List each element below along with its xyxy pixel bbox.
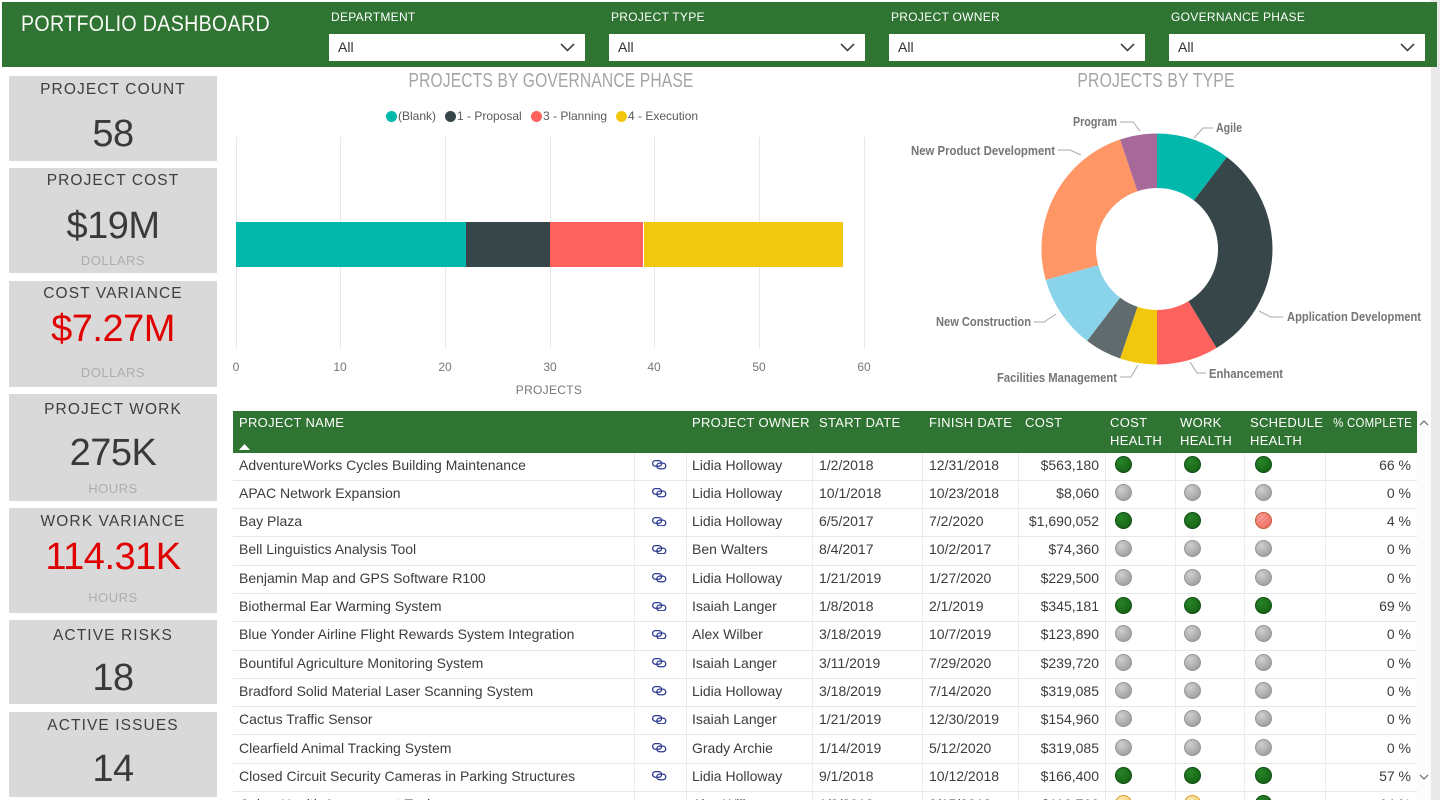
svg-text:New Product Development: New Product Development xyxy=(911,144,1056,158)
svg-text:Facilities Management: Facilities Management xyxy=(997,371,1118,385)
svg-text:Program: Program xyxy=(1073,115,1117,129)
svg-text:Enhancement: Enhancement xyxy=(1209,367,1284,381)
svg-text:Application Development: Application Development xyxy=(1287,310,1422,324)
svg-text:Agile: Agile xyxy=(1216,121,1242,135)
svg-text:New Construction: New Construction xyxy=(936,315,1031,329)
